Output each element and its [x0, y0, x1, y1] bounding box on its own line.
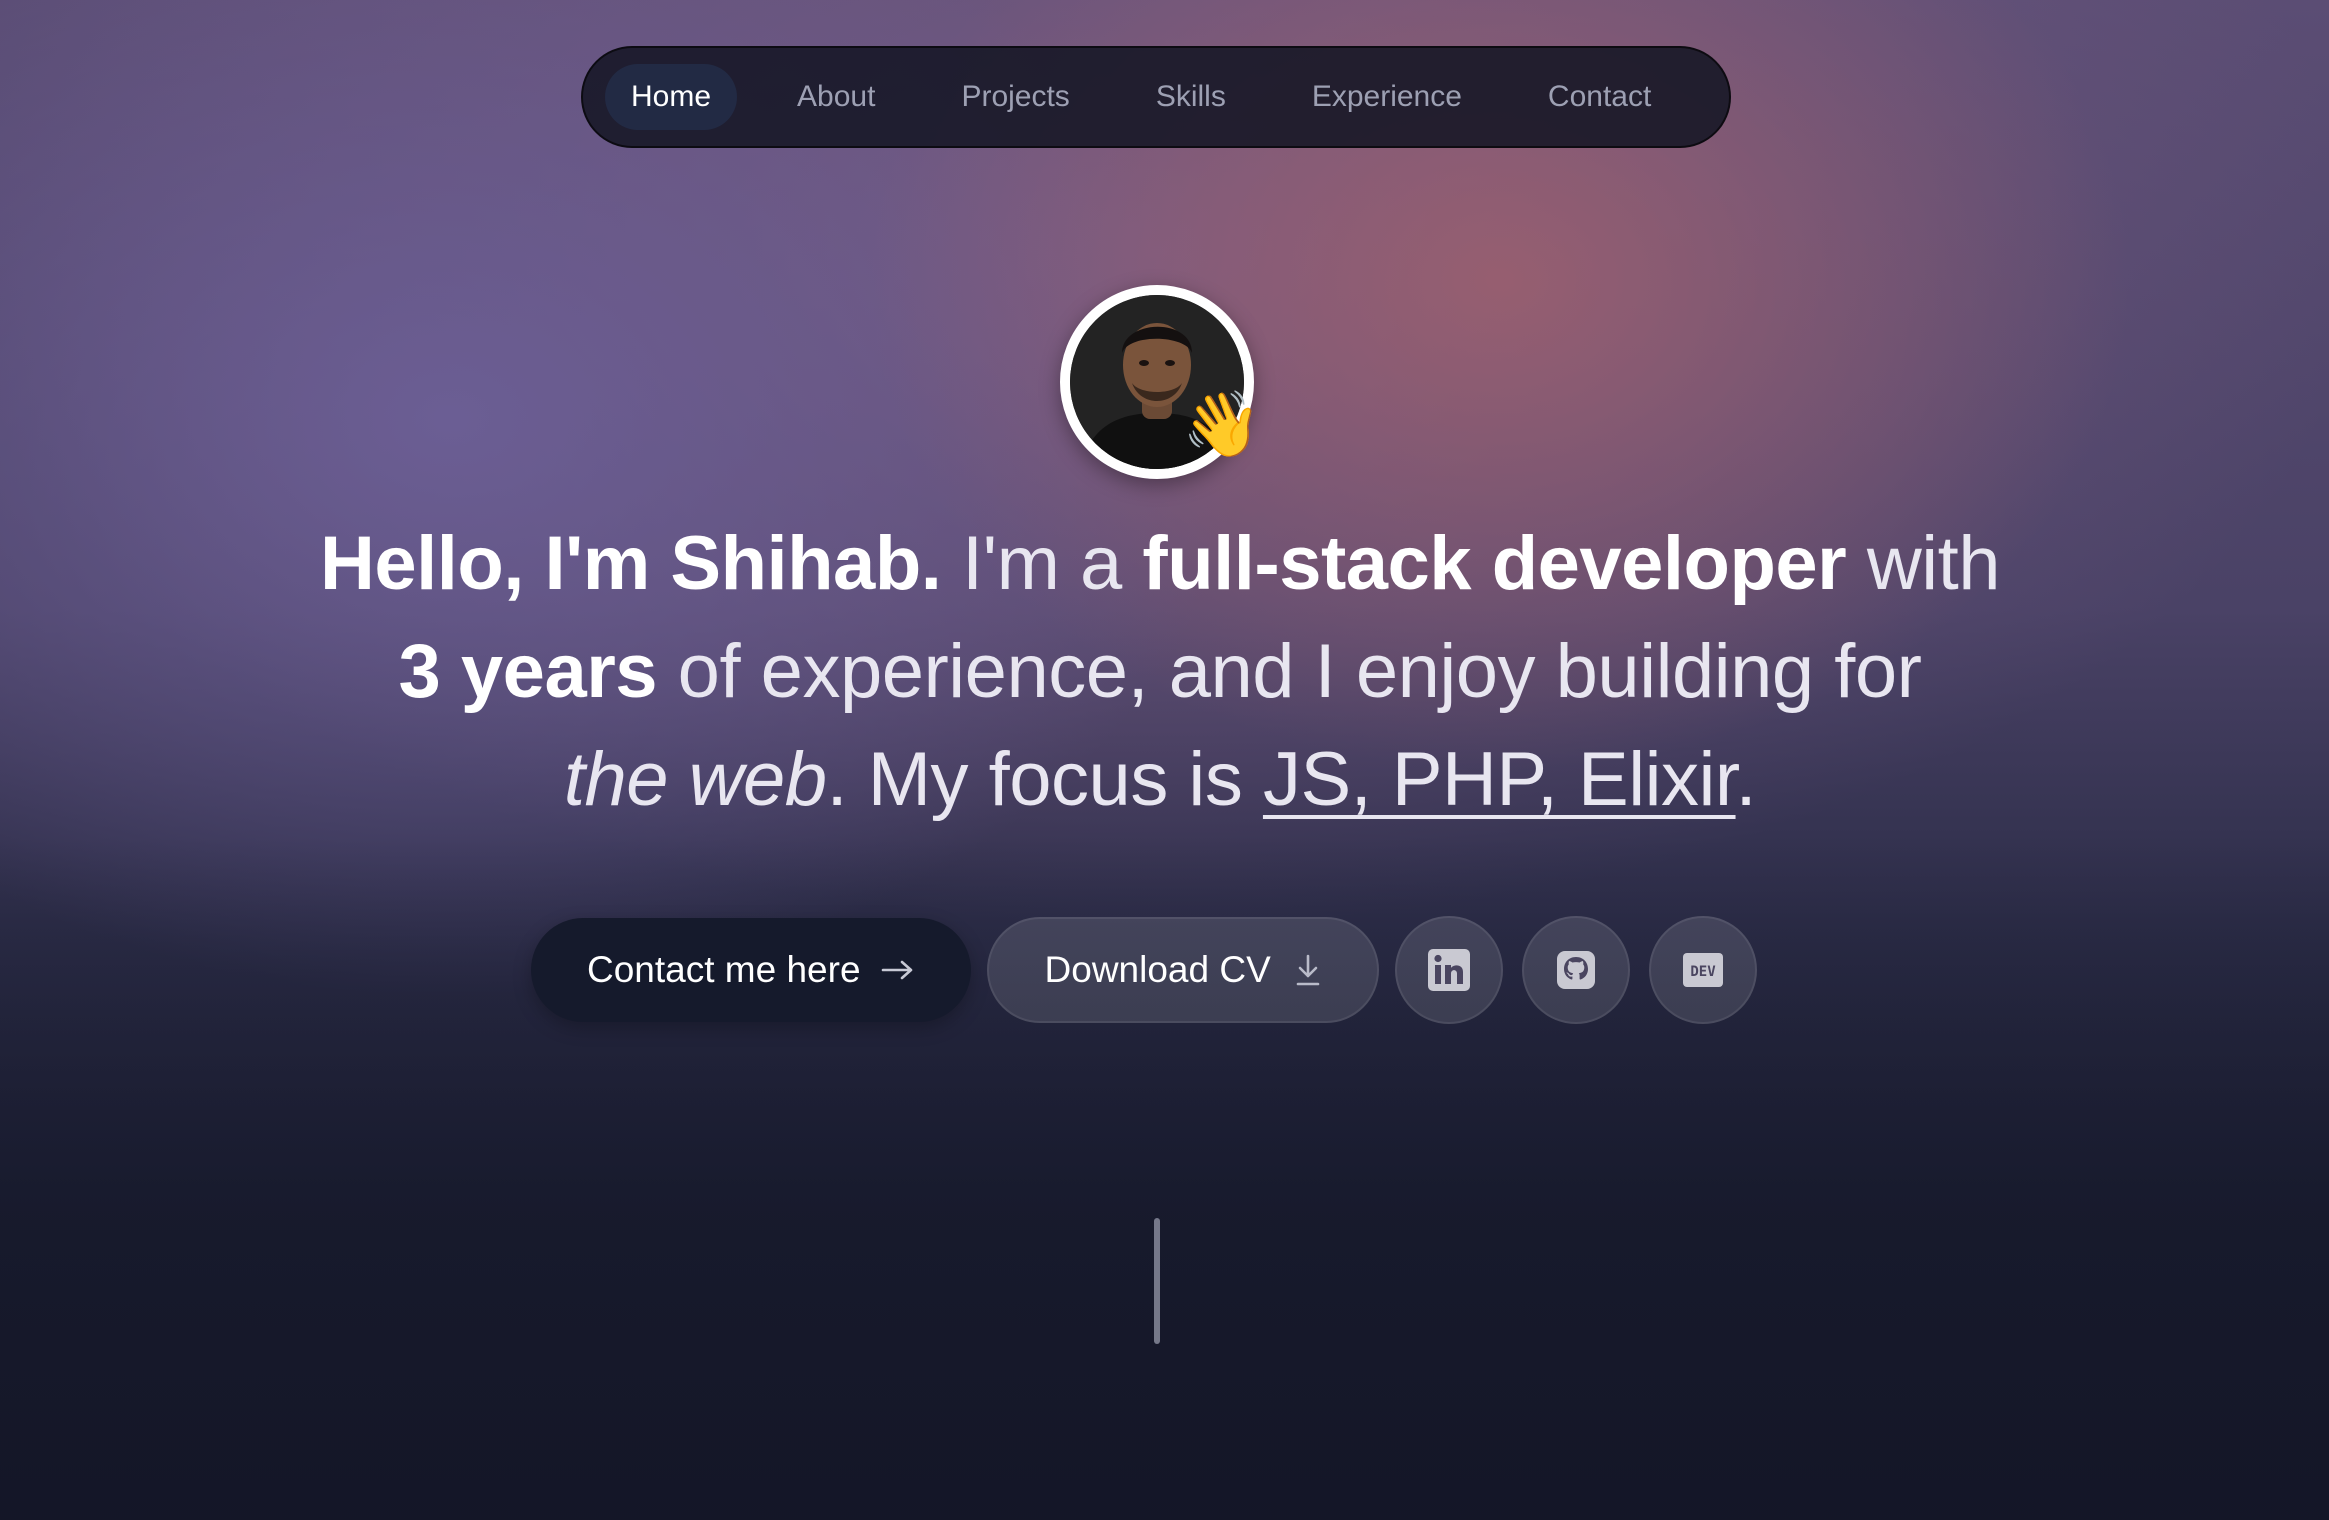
scroll-indicator	[1154, 1218, 1160, 1344]
tech-stack-link[interactable]: JS, PHP, Elixir	[1263, 737, 1736, 822]
nav-item-experience[interactable]: Experience	[1286, 64, 1488, 130]
download-cv-label: Download CV	[1044, 949, 1271, 990]
github-button[interactable]	[1521, 916, 1630, 1024]
dev-button[interactable]: DEV	[1648, 916, 1757, 1024]
nav-item-projects[interactable]: Projects	[935, 64, 1095, 130]
nav-item-skills[interactable]: Skills	[1130, 64, 1252, 130]
avatar-container: 👋	[1060, 285, 1262, 479]
github-icon	[1556, 951, 1595, 989]
nav-item-contact[interactable]: Contact	[1522, 64, 1677, 130]
top-navigation: Home About Projects Skills Experience Co…	[581, 46, 1731, 148]
waving-hand-icon: 👋	[1182, 388, 1262, 462]
greeting-text: Hello, I'm Shihab.	[319, 521, 942, 606]
web-text: the web	[563, 737, 827, 822]
download-cv-button[interactable]: Download CV	[986, 917, 1379, 1023]
contact-button[interactable]: Contact me here	[531, 918, 971, 1022]
hero-actions: Contact me here Download CV DEV	[531, 916, 1757, 1024]
headline-text: I'm a	[941, 521, 1143, 606]
dev-icon-text: DEV	[1690, 964, 1716, 980]
linkedin-icon	[1427, 949, 1470, 991]
nav-item-about[interactable]: About	[771, 64, 901, 130]
contact-button-label: Contact me here	[587, 949, 861, 990]
dev-icon: DEV	[1682, 953, 1723, 987]
download-icon	[1296, 954, 1320, 986]
headline-text: .	[1735, 737, 1757, 822]
nav-item-home[interactable]: Home	[605, 64, 738, 130]
hero-headline: Hello, I'm Shihab. I'm a full-stack deve…	[240, 510, 2080, 834]
role-text: full-stack developer	[1142, 521, 1847, 606]
linkedin-button[interactable]	[1394, 916, 1503, 1024]
headline-text: of experience, and I enjoy building for	[657, 629, 1922, 714]
arrow-right-icon	[881, 960, 912, 980]
headline-text: with	[1846, 521, 2001, 606]
years-text: 3 years	[398, 629, 658, 714]
headline-text: . My focus is	[826, 737, 1263, 822]
